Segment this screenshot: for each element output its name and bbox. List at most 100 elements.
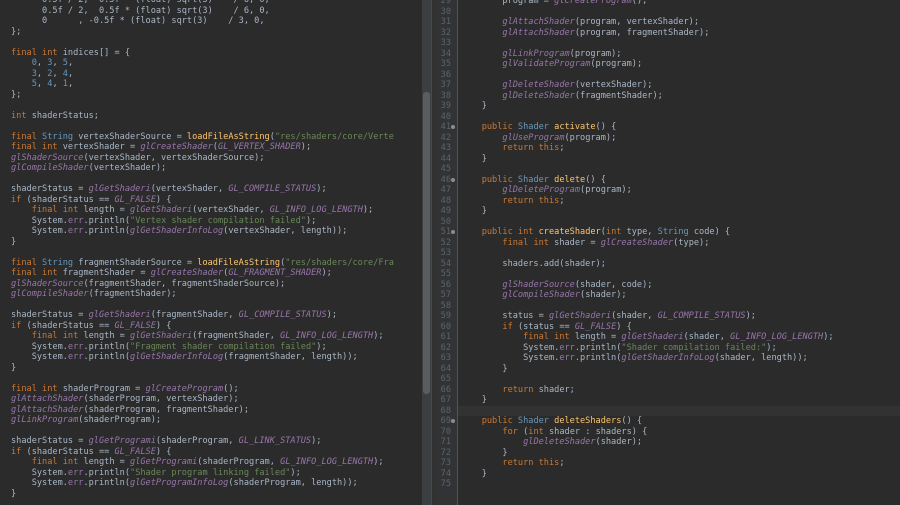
code-line[interactable]: } [461,448,507,459]
code-line[interactable]: glCompileShader(vertexShader); [11,163,166,174]
code-line[interactable]: glDeleteShader(shader); [461,437,642,448]
code-line[interactable]: shaders.add(shader); [461,259,605,270]
method-marker-icon[interactable] [451,177,455,182]
code-line[interactable]: } [461,395,487,406]
code-line[interactable]: glDeleteShader(fragmentShader); [461,91,662,102]
right-editor-pane[interactable]: 29 30 31 32 33 34 35 36 37 38 39 40 41 42 43 44 45 46 47 48… [437,0,900,505]
code-line[interactable]: } [461,364,507,375]
code-line[interactable]: glCompileShader(shader); [461,290,626,301]
code-line[interactable]: public Shader activate() { [461,122,617,133]
code-line[interactable]: System.err.println("Vertex shader compil… [11,216,317,227]
code-line[interactable]: glValidateProgram(program); [461,59,642,70]
code-token: 0.5f / 2, 0.5f * (float) sqrt(3) / 6, 0, [11,0,270,5]
code-line[interactable]: if (shaderStatus == GL_FALSE) { [11,195,171,206]
code-line[interactable]: glUseProgram(program); [461,133,616,144]
code-line[interactable]: } [11,489,16,500]
code-line[interactable]: System.err.println("Shader program linki… [11,468,301,479]
code-line[interactable]: } [461,206,487,217]
code-line[interactable]: glCompileShader(fragmentShader); [11,289,177,300]
code-line[interactable]: final int fragmentShader = glCreateShade… [11,268,332,279]
code-line[interactable]: System.err.println("Shader compilation f… [461,343,777,354]
code-line[interactable]: glShaderSource(vertexShader, vertexShade… [11,153,265,164]
code-line[interactable]: return this; [461,196,564,207]
code-line[interactable]: glAttachShader(program, vertexShader); [461,17,699,28]
method-marker-icon[interactable] [451,230,455,234]
code-token: glGetProgrami [130,457,198,467]
code-line[interactable]: shaderStatus = glGetShaderi(fragmentShad… [11,310,337,321]
code-token: System. [461,353,560,363]
code-line[interactable]: System.err.println(glGetShaderInfoLog(ve… [11,226,348,237]
code-line[interactable]: glDeleteShader(vertexShader); [461,80,652,91]
code-line[interactable]: return shader; [461,385,574,396]
code-line[interactable]: program = glCreateProgram(); [461,0,647,7]
left-vertical-scrollbar[interactable] [422,0,431,505]
code-token: vertexShader = [62,142,141,152]
code-token: System. [11,226,68,236]
code-line[interactable]: }; [11,27,21,38]
code-line[interactable]: final int length = glGetShaderi(vertexSh… [11,205,374,216]
code-token: .println( [83,467,131,478]
code-line[interactable]: final String fragmentShaderSource = load… [11,258,394,269]
left-editor-pane[interactable]: 0.5f / 2, 0.5f * (float) sqrt(3) / 6, 0,… [0,0,422,505]
line-number: 70 [440,426,451,437]
code-line[interactable]: System.err.println(glGetShaderInfoLog(sh… [461,353,808,364]
code-line[interactable]: final int shaderProgram = glCreateProgra… [11,384,239,395]
code-line[interactable]: public Shader deleteShaders() { [461,416,642,427]
code-token: , [67,58,74,68]
code-line[interactable]: glAttachShader(program, fragmentShader); [461,28,709,39]
code-line[interactable]: for (int shader : shaders) { [461,427,647,438]
code-line[interactable]: final int length = glGetShaderi(fragment… [11,331,384,342]
scrollbar-thumb[interactable] [423,92,430,394]
code-token: (program); [569,48,622,59]
code-token: (vertexShader); [574,80,653,90]
method-marker-icon[interactable] [451,419,455,423]
code-line[interactable]: final int shader = glCreateShader(type); [461,238,709,249]
code-line[interactable]: 0, 3, 5, [11,58,73,69]
code-line[interactable]: System.err.println(glGetShaderInfoLog(fr… [11,352,358,363]
code-line[interactable]: shaderStatus = glGetShaderi(vertexShader… [11,184,327,195]
code-line[interactable]: 3, 2, 4, [11,69,73,80]
code-line[interactable]: glAttachShader(shaderProgram, vertexShad… [11,394,239,405]
code-line[interactable]: glLinkProgram(program); [461,49,621,60]
code-line[interactable]: glShaderSource(fragmentShader, fragmentS… [11,279,285,290]
code-line[interactable]: glLinkProgram(shaderProgram); [11,415,161,426]
code-line[interactable]: } [461,469,487,480]
code-line[interactable]: if (status == GL_FALSE) { [461,322,631,333]
code-token: glDeleteShader [523,437,596,447]
method-marker-icon[interactable] [451,125,455,129]
code-line[interactable]: return this; [461,143,564,154]
code-line[interactable]: 5, 4, 1, [11,79,73,90]
code-line[interactable]: return this; [461,458,564,469]
code-line[interactable]: if (shaderStatus == GL_FALSE) { [11,447,171,458]
code-line[interactable]: public Shader delete() { [461,175,606,186]
code-line[interactable]: 0 , -0.5f * (float) sqrt(3) / 3, 0, [11,16,265,27]
code-token: return this [502,458,560,468]
code-line[interactable]: final int indices[] = { [11,48,130,59]
code-token: err [559,342,575,353]
code-line[interactable]: glAttachShader(shaderProgram, fragmentSh… [11,405,249,416]
code-token: activate [554,122,596,132]
code-token: , [52,58,63,68]
code-line[interactable]: public int createShader(int type, String… [461,227,730,238]
code-line[interactable]: System.err.println("Fragment shader comp… [11,342,327,353]
code-line[interactable]: }; [11,90,21,101]
code-line[interactable]: if (shaderStatus == GL_FALSE) { [11,321,171,332]
code-line[interactable]: final int length = glGetShaderi(shader, … [461,332,834,343]
code-line[interactable]: final int length = glGetProgrami(shaderP… [11,457,384,468]
code-line[interactable]: shaderStatus = glGetProgrami(shaderProgr… [11,436,321,447]
code-line[interactable]: glShaderSource(shader, code); [461,280,652,291]
code-line[interactable]: } [461,101,487,112]
code-line[interactable]: } [461,154,487,165]
code-line[interactable]: int shaderStatus; [11,111,99,122]
code-line[interactable]: glDeleteProgram(program); [461,185,631,196]
code-line[interactable]: 0.5f / 2, 0.5f * (float) sqrt(3) / 6, 0, [11,6,270,17]
code-line[interactable]: final int vertexShader = glCreateShader(… [11,142,311,153]
code-token: (); [631,0,648,6]
code-line[interactable]: status = glGetShaderi(shader, GL_COMPILE… [461,311,756,322]
code-line[interactable]: } [11,363,16,374]
code-line[interactable]: System.err.println(glGetProgramInfoLog(s… [11,478,358,489]
code-line[interactable]: final String vertexShaderSource = loadFi… [11,132,394,143]
code-line[interactable]: } [11,237,16,248]
